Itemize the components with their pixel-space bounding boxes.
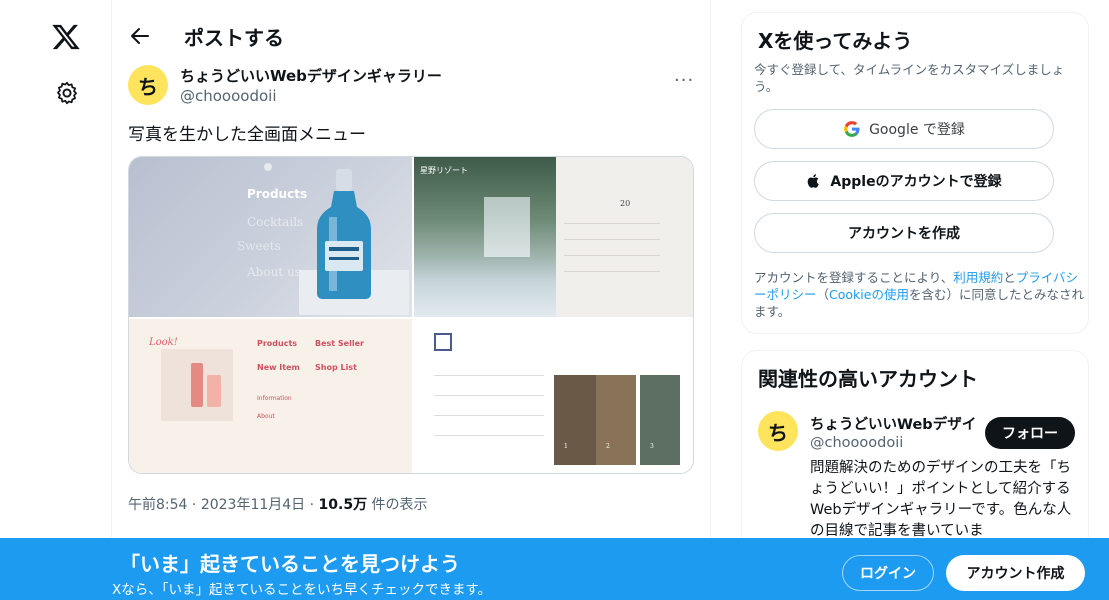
create-account-button[interactable]: アカウントを作成 bbox=[754, 213, 1054, 253]
login-button[interactable]: ログイン bbox=[842, 555, 934, 591]
photo-card-label: 3 bbox=[650, 443, 654, 450]
gear-icon[interactable] bbox=[54, 80, 80, 106]
photo-card-label: 1 bbox=[564, 443, 568, 450]
related-display-name[interactable]: ちょうどいいWebデザイ bbox=[810, 413, 978, 434]
product-tube bbox=[191, 363, 203, 407]
gin-bottle-illustration bbox=[299, 169, 409, 315]
post-text: 写真を生かした全画面メニュー bbox=[128, 125, 366, 145]
tile3-menu-item: Products bbox=[257, 339, 298, 348]
related-accounts-card: 関連性の高いアカウント ち ちょうどいいWebデザイ @choooodoii フ… bbox=[741, 350, 1089, 550]
waterfall-shape bbox=[484, 197, 530, 257]
banner-create-account-button[interactable]: アカウント作成 bbox=[946, 555, 1085, 591]
legal-text: と bbox=[1003, 270, 1016, 285]
view-count-label: 件の表示 bbox=[371, 497, 428, 513]
google-icon bbox=[844, 121, 860, 137]
tile2-number: 20 bbox=[620, 199, 631, 208]
signup-subtitle: 今すぐ登録して、タイムラインをカスタマイズしましょう。 bbox=[754, 62, 1065, 94]
tile3-menu-item: About bbox=[257, 413, 275, 420]
page-title: ポストする bbox=[184, 26, 284, 50]
media-image-products[interactable]: Products Cocktails Sweets About us bbox=[129, 157, 412, 317]
post-timestamp: 午前8:54 · 2023年11月4日 · 10.5万 件の表示 bbox=[128, 494, 428, 514]
legal-notice: アカウントを登録することにより、利用規約とプライバシーポリシー（Cookieの使… bbox=[754, 269, 1084, 320]
tile3-menu-item: New Item bbox=[257, 363, 300, 372]
media-image-resort[interactable]: 星野リゾート 20 bbox=[414, 157, 693, 317]
tile3-menu-item: Information bbox=[257, 395, 292, 402]
post-media-grid: Products Cocktails Sweets About us 星野リゾー… bbox=[128, 156, 694, 474]
tile3-menu-item: Shop List bbox=[315, 363, 357, 372]
more-options-icon[interactable]: ··· bbox=[674, 70, 694, 91]
author-avatar[interactable]: ち bbox=[128, 65, 168, 105]
apple-icon bbox=[808, 174, 820, 188]
banner-title: 「いま」起きていることを見つけよう bbox=[120, 552, 460, 576]
tile2-title: 星野リゾート bbox=[420, 166, 468, 175]
cookie-use-link[interactable]: Cookieの使用 bbox=[829, 287, 909, 302]
media-image-webpage[interactable]: 1 2 3 bbox=[414, 319, 693, 473]
tile1-item: Sweets bbox=[237, 239, 281, 253]
photo-card bbox=[596, 375, 636, 465]
related-bio: 問題解決のためのデザインの工夫を「ちょうどいい！」ポイントとして紹介するWebデ… bbox=[810, 460, 1072, 539]
apple-signup-label: Appleのアカウントで登録 bbox=[830, 174, 1002, 190]
author-handle[interactable]: @choooodoii bbox=[180, 87, 277, 105]
tile3-script: Look! bbox=[149, 337, 178, 348]
signup-card: Xを使ってみよう 今すぐ登録して、タイムラインをカスタマイズしましょう。 Goo… bbox=[741, 12, 1089, 334]
related-avatar[interactable]: ち bbox=[758, 411, 798, 451]
view-count: 10.5万 bbox=[318, 497, 368, 513]
google-signup-label: Google で登録 bbox=[869, 122, 965, 138]
apple-signup-button[interactable]: Appleのアカウントで登録 bbox=[754, 161, 1054, 201]
separator: · bbox=[191, 497, 197, 513]
create-account-label: アカウントを作成 bbox=[848, 226, 960, 242]
legal-text: アカウントを登録することにより、 bbox=[754, 270, 954, 285]
x-logo-icon[interactable] bbox=[51, 22, 81, 52]
tile3-menu-item: Best Seller bbox=[315, 339, 364, 348]
post-time[interactable]: 午前8:54 bbox=[128, 497, 187, 513]
terms-link[interactable]: 利用規約 bbox=[953, 270, 1003, 285]
google-signup-button[interactable]: Google で登録 bbox=[754, 109, 1054, 149]
signup-banner: 「いま」起きていることを見つけよう Xなら、「いま」起きていることをいち早くチェ… bbox=[0, 538, 1109, 600]
back-arrow-icon[interactable] bbox=[128, 24, 152, 48]
logo-dot-icon bbox=[264, 163, 272, 171]
left-nav bbox=[0, 0, 112, 600]
main-column: ポストする ち ちょうどいいWebデザインギャラリー @choooodoii ·… bbox=[112, 0, 711, 600]
separator: · bbox=[309, 497, 315, 513]
follow-button[interactable]: フォロー bbox=[985, 417, 1075, 449]
product-bottle bbox=[207, 375, 221, 407]
related-title: 関連性の高いアカウント bbox=[758, 367, 978, 391]
author-display-name[interactable]: ちょうどいいWebデザインギャラリー bbox=[180, 65, 442, 86]
photo-card-label: 2 bbox=[606, 443, 610, 450]
post-date[interactable]: 2023年11月4日 bbox=[201, 497, 305, 513]
photo-card bbox=[640, 375, 680, 465]
media-image-cosmetics[interactable]: Look! Products New Item Information Abou… bbox=[129, 319, 412, 473]
signup-title: Xを使ってみよう bbox=[758, 29, 913, 53]
legal-text: （ bbox=[816, 287, 830, 302]
site-logo-icon bbox=[434, 333, 452, 351]
banner-subtitle: Xなら、「いま」起きていることをいち早くチェックできます。 bbox=[112, 582, 492, 598]
related-handle[interactable]: @choooodoii bbox=[810, 435, 903, 451]
